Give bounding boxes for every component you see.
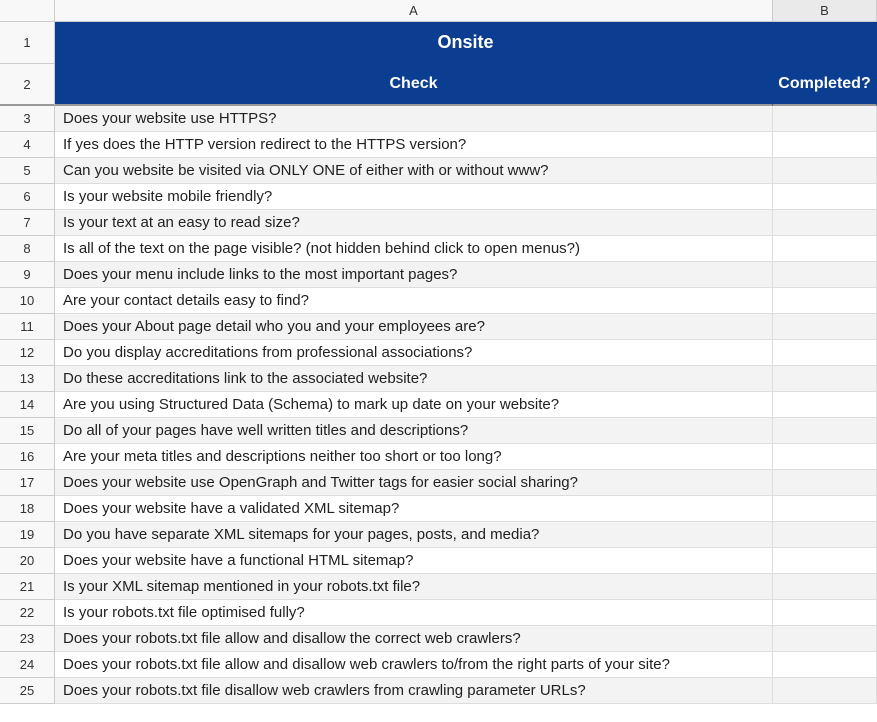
completed-cell[interactable] (773, 340, 877, 366)
completed-cell[interactable] (773, 392, 877, 418)
row-header[interactable]: 24 (0, 652, 55, 678)
column-title-completed[interactable]: Completed? (773, 64, 877, 106)
row-header[interactable]: 18 (0, 496, 55, 522)
check-cell[interactable]: Is your website mobile friendly? (55, 184, 773, 210)
check-cell[interactable]: Does your About page detail who you and … (55, 314, 773, 340)
check-cell[interactable]: Do you display accreditations from profe… (55, 340, 773, 366)
row-header[interactable]: 17 (0, 470, 55, 496)
completed-cell[interactable] (773, 496, 877, 522)
check-cell[interactable]: Does your menu include links to the most… (55, 262, 773, 288)
completed-cell[interactable] (773, 210, 877, 236)
section-title[interactable]: Onsite (55, 22, 877, 64)
completed-cell[interactable] (773, 444, 877, 470)
check-cell[interactable]: Are you using Structured Data (Schema) t… (55, 392, 773, 418)
check-cell[interactable]: Do these accreditations link to the asso… (55, 366, 773, 392)
row-header[interactable]: 3 (0, 106, 55, 132)
check-cell[interactable]: If yes does the HTTP version redirect to… (55, 132, 773, 158)
completed-cell[interactable] (773, 184, 877, 210)
row-header[interactable]: 6 (0, 184, 55, 210)
completed-cell[interactable] (773, 470, 877, 496)
row-header-2[interactable]: 2 (0, 64, 55, 106)
row-header[interactable]: 7 (0, 210, 55, 236)
check-cell[interactable]: Does your robots.txt file allow and disa… (55, 626, 773, 652)
row-header[interactable]: 11 (0, 314, 55, 340)
row-header[interactable]: 15 (0, 418, 55, 444)
check-cell[interactable]: Is your XML sitemap mentioned in your ro… (55, 574, 773, 600)
completed-cell[interactable] (773, 600, 877, 626)
completed-cell[interactable] (773, 522, 877, 548)
completed-cell[interactable] (773, 262, 877, 288)
completed-cell[interactable] (773, 314, 877, 340)
check-cell[interactable]: Does your website use HTTPS? (55, 106, 773, 132)
row-header[interactable]: 21 (0, 574, 55, 600)
check-cell[interactable]: Does your robots.txt file allow and disa… (55, 652, 773, 678)
row-header-1[interactable]: 1 (0, 22, 55, 64)
row-header[interactable]: 16 (0, 444, 55, 470)
completed-cell[interactable] (773, 106, 877, 132)
row-header[interactable]: 20 (0, 548, 55, 574)
row-header[interactable]: 22 (0, 600, 55, 626)
completed-cell[interactable] (773, 418, 877, 444)
check-cell[interactable]: Does your website use OpenGraph and Twit… (55, 470, 773, 496)
completed-cell[interactable] (773, 366, 877, 392)
row-header[interactable]: 25 (0, 678, 55, 704)
row-header[interactable]: 13 (0, 366, 55, 392)
check-cell[interactable]: Are your meta titles and descriptions ne… (55, 444, 773, 470)
row-header[interactable]: 4 (0, 132, 55, 158)
check-cell[interactable]: Can you website be visited via ONLY ONE … (55, 158, 773, 184)
check-cell[interactable]: Is your robots.txt file optimised fully? (55, 600, 773, 626)
completed-cell[interactable] (773, 158, 877, 184)
completed-cell[interactable] (773, 626, 877, 652)
completed-cell[interactable] (773, 236, 877, 262)
check-cell[interactable]: Is your text at an easy to read size? (55, 210, 773, 236)
column-header-b[interactable]: B (773, 0, 877, 22)
row-header[interactable]: 8 (0, 236, 55, 262)
completed-cell[interactable] (773, 548, 877, 574)
completed-cell[interactable] (773, 288, 877, 314)
completed-cell[interactable] (773, 574, 877, 600)
column-title-check[interactable]: Check (55, 64, 773, 106)
check-cell[interactable]: Is all of the text on the page visible? … (55, 236, 773, 262)
spreadsheet: A B 1 Onsite 2 Check Completed? 3Does yo… (0, 0, 877, 704)
row-header[interactable]: 12 (0, 340, 55, 366)
column-header-a[interactable]: A (55, 0, 773, 22)
row-header[interactable]: 10 (0, 288, 55, 314)
row-header[interactable]: 14 (0, 392, 55, 418)
check-cell[interactable]: Are your contact details easy to find? (55, 288, 773, 314)
row-header[interactable]: 23 (0, 626, 55, 652)
completed-cell[interactable] (773, 678, 877, 704)
row-header[interactable]: 9 (0, 262, 55, 288)
check-cell[interactable]: Does your website have a functional HTML… (55, 548, 773, 574)
completed-cell[interactable] (773, 132, 877, 158)
check-cell[interactable]: Does your website have a validated XML s… (55, 496, 773, 522)
check-cell[interactable]: Does your robots.txt file disallow web c… (55, 678, 773, 704)
row-header[interactable]: 5 (0, 158, 55, 184)
completed-cell[interactable] (773, 652, 877, 678)
check-cell[interactable]: Do all of your pages have well written t… (55, 418, 773, 444)
row-header[interactable]: 19 (0, 522, 55, 548)
check-cell[interactable]: Do you have separate XML sitemaps for yo… (55, 522, 773, 548)
select-all-corner[interactable] (0, 0, 55, 22)
